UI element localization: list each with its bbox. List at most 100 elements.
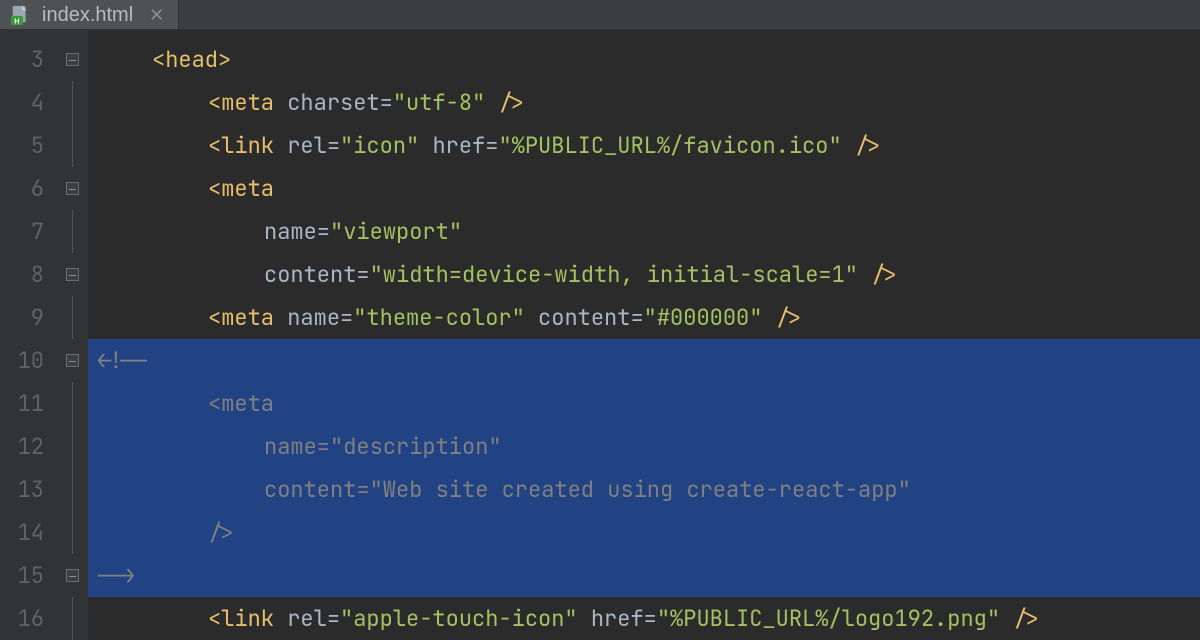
code-token: content= — [538, 307, 644, 329]
svg-text:H: H — [14, 16, 19, 25]
code-token: "theme-color" — [353, 307, 538, 329]
code-token: meta — [221, 307, 287, 329]
html-file-icon: H — [10, 4, 32, 26]
code-token: "%PUBLIC_URL%/favicon.ico" — [498, 135, 854, 157]
fold-cell — [56, 124, 88, 167]
fold-cell — [56, 167, 88, 210]
fold-guide — [72, 511, 73, 554]
tab-filename: index.html — [42, 5, 133, 25]
line-number: 14 — [0, 511, 44, 554]
line-number: 9 — [0, 296, 44, 339]
code-line[interactable]: <meta — [88, 167, 1200, 210]
code-line[interactable]: <meta charset="utf-8" /> — [88, 81, 1200, 124]
code-line[interactable]: /> — [88, 511, 1200, 554]
line-number: 15 — [0, 554, 44, 597]
fold-cell — [56, 210, 88, 253]
code-token: --> — [96, 565, 136, 587]
fold-toggle-icon[interactable] — [66, 182, 79, 195]
code-token: < — [208, 135, 221, 157]
code-token: content="Web site created using create-r… — [264, 479, 911, 501]
fold-cell — [56, 382, 88, 425]
line-number: 10 — [0, 339, 44, 382]
editor-window: H index.html ✕ 345678910111213141516 <he… — [0, 0, 1200, 640]
fold-cell — [56, 253, 88, 296]
close-icon[interactable]: ✕ — [149, 6, 164, 24]
fold-cell — [56, 296, 88, 339]
fold-toggle-icon[interactable] — [66, 268, 79, 281]
fold-cell — [56, 425, 88, 468]
fold-cell — [56, 597, 88, 640]
code-token: href= — [432, 135, 498, 157]
line-number: 12 — [0, 425, 44, 468]
code-token: charset= — [287, 92, 393, 114]
code-token: < — [208, 178, 221, 200]
code-line[interactable]: <meta — [88, 382, 1200, 425]
code-line[interactable]: <head> — [88, 38, 1200, 81]
code-token: "%PUBLIC_URL%/logo192.png" — [657, 608, 1013, 630]
code-token: < — [152, 49, 165, 71]
fold-cell — [56, 554, 88, 597]
fold-guide — [72, 425, 73, 468]
code-token: link — [221, 608, 287, 630]
fold-guide — [72, 468, 73, 511]
line-number: 11 — [0, 382, 44, 425]
code-line[interactable]: <link rel="icon" href="%PUBLIC_URL%/favi… — [88, 124, 1200, 167]
tab-bar: H index.html ✕ — [0, 0, 1200, 30]
code-token: > — [218, 49, 231, 71]
fold-cell — [56, 511, 88, 554]
line-number: 6 — [0, 167, 44, 210]
code-token: /> — [776, 307, 802, 329]
code-token: "apple-touch-icon" — [340, 608, 591, 630]
code-token: "icon" — [340, 135, 432, 157]
code-editor[interactable]: 345678910111213141516 <head><meta charse… — [0, 30, 1200, 640]
line-number: 4 — [0, 81, 44, 124]
code-token: < — [208, 307, 221, 329]
line-number: 3 — [0, 38, 44, 81]
fold-toggle-icon[interactable] — [66, 53, 79, 66]
code-line[interactable]: name="description" — [88, 425, 1200, 468]
fold-guide — [72, 382, 73, 425]
code-line[interactable]: <meta name="theme-color" content="#00000… — [88, 296, 1200, 339]
fold-cell — [56, 81, 88, 124]
code-token: "width=device-width, initial-scale=1" — [370, 264, 872, 286]
code-token: "#000000" — [644, 307, 776, 329]
line-number: 5 — [0, 124, 44, 167]
code-token: /> — [855, 135, 881, 157]
code-token: "utf-8" — [393, 92, 499, 114]
fold-guide — [72, 210, 73, 253]
code-token: head — [165, 49, 218, 71]
code-token: meta — [221, 92, 287, 114]
code-token: < — [208, 608, 221, 630]
code-token: /> — [498, 92, 524, 114]
file-tab[interactable]: H index.html ✕ — [0, 0, 179, 29]
code-token: /> — [1013, 608, 1039, 630]
code-line[interactable]: <!-- — [88, 339, 1200, 382]
code-area[interactable]: <head><meta charset="utf-8" /><link rel=… — [88, 30, 1200, 640]
code-token: <meta — [208, 393, 274, 415]
code-token: name= — [287, 307, 353, 329]
code-line[interactable]: --> — [88, 554, 1200, 597]
fold-guide — [72, 124, 73, 167]
code-token: name="description" — [264, 436, 502, 458]
code-token: /> — [208, 522, 234, 544]
code-token: content= — [264, 264, 370, 286]
fold-guide — [72, 296, 73, 339]
line-number: 7 — [0, 210, 44, 253]
code-token: "viewport" — [330, 221, 462, 243]
fold-toggle-icon[interactable] — [66, 569, 79, 582]
code-token: <!-- — [96, 350, 149, 372]
code-line[interactable]: name="viewport" — [88, 210, 1200, 253]
code-token: link — [221, 135, 287, 157]
fold-guide — [72, 597, 73, 640]
fold-guide — [72, 81, 73, 124]
line-number-gutter: 345678910111213141516 — [0, 30, 56, 640]
code-line[interactable]: content="Web site created using create-r… — [88, 468, 1200, 511]
code-line[interactable]: content="width=device-width, initial-sca… — [88, 253, 1200, 296]
code-token: rel= — [287, 608, 340, 630]
code-line[interactable]: <link rel="apple-touch-icon" href="%PUBL… — [88, 597, 1200, 640]
fold-toggle-icon[interactable] — [66, 354, 79, 367]
fold-cell — [56, 339, 88, 382]
line-number: 16 — [0, 597, 44, 640]
code-token: /> — [871, 264, 897, 286]
line-number: 13 — [0, 468, 44, 511]
